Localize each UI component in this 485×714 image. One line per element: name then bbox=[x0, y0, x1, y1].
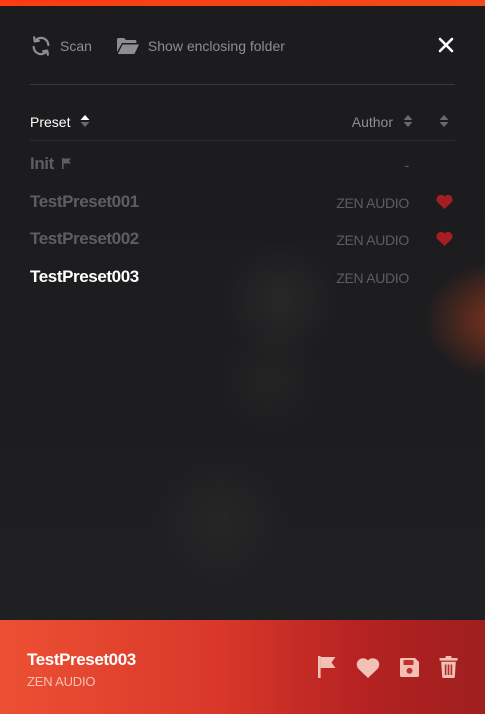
favorite-column-sort[interactable] bbox=[439, 114, 449, 130]
current-preset-name: TestPreset003 bbox=[27, 650, 136, 669]
scan-label: Scan bbox=[60, 38, 92, 54]
refresh-icon bbox=[30, 35, 52, 57]
heart-icon[interactable] bbox=[436, 231, 453, 251]
show-folder-label: Show enclosing folder bbox=[147, 38, 285, 54]
author-column-label: Author bbox=[351, 114, 393, 130]
preset-actions bbox=[317, 656, 458, 683]
trash-icon[interactable] bbox=[439, 656, 458, 683]
save-icon[interactable] bbox=[399, 657, 420, 683]
preset-author: ZEN AUDIO bbox=[336, 269, 409, 286]
list-item[interactable]: Init - bbox=[30, 145, 455, 183]
preset-list: Init - TestPreset001 ZEN AUDIO TestPrese… bbox=[30, 145, 455, 295]
flag-icon bbox=[61, 154, 72, 174]
list-item[interactable]: TestPreset001 ZEN AUDIO bbox=[30, 183, 455, 221]
preset-author: ZEN AUDIO bbox=[336, 232, 409, 248]
sort-icon bbox=[439, 114, 449, 130]
preset-column-label: Preset bbox=[30, 114, 71, 130]
column-header: Preset Author bbox=[30, 108, 455, 136]
author-column-sort[interactable]: Author bbox=[352, 114, 413, 130]
sort-icon bbox=[80, 114, 90, 130]
preset-column-sort[interactable]: Preset bbox=[30, 114, 90, 130]
sort-icon bbox=[403, 114, 413, 130]
preset-name: TestPreset001 bbox=[30, 191, 139, 211]
current-preset-author: ZEN AUDIO bbox=[27, 674, 96, 689]
accent-top-bar bbox=[0, 0, 485, 6]
close-icon[interactable] bbox=[437, 36, 455, 54]
folder-open-icon bbox=[116, 36, 140, 56]
heart-icon[interactable] bbox=[356, 657, 380, 683]
preset-name-text: Init bbox=[30, 154, 54, 173]
preset-author: - bbox=[404, 157, 410, 173]
header-divider bbox=[30, 140, 455, 141]
preset-author: ZEN AUDIO bbox=[336, 194, 409, 211]
list-item[interactable]: TestPreset002 ZEN AUDIO bbox=[30, 220, 455, 258]
preset-name: TestPreset002 bbox=[30, 229, 139, 248]
toolbar-divider bbox=[30, 84, 455, 85]
preset-name: TestPreset003 bbox=[30, 266, 139, 286]
toolbar: Scan Show enclosing folder bbox=[30, 32, 455, 60]
list-item[interactable]: TestPreset003 ZEN AUDIO bbox=[30, 258, 455, 296]
preset-name: Init bbox=[30, 154, 72, 174]
show-folder-button[interactable]: Show enclosing folder bbox=[116, 36, 285, 56]
current-preset-bar: TestPreset003 ZEN AUDIO bbox=[0, 620, 485, 714]
flag-icon[interactable] bbox=[317, 656, 337, 683]
heart-icon[interactable] bbox=[436, 194, 453, 214]
scan-button[interactable]: Scan bbox=[30, 35, 92, 57]
